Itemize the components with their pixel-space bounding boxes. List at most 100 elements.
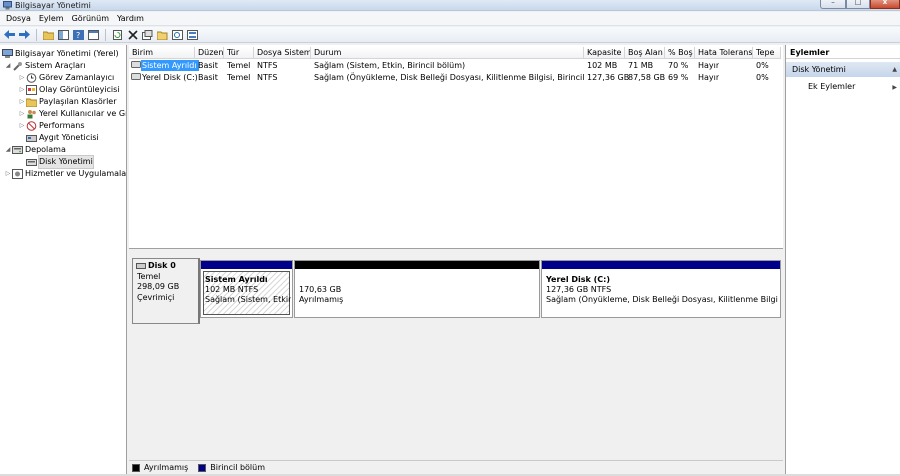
tree-item-label: Paylaşılan Klasörler bbox=[39, 97, 117, 106]
primary-partition-bar bbox=[542, 261, 780, 269]
close-button[interactable]: x bbox=[870, 0, 900, 9]
column-header-fault-tolerance[interactable]: Hata Toleransı bbox=[695, 47, 753, 59]
back-arrow-icon[interactable] bbox=[3, 28, 16, 41]
section-collapse-icon[interactable]: ▲ bbox=[892, 66, 897, 73]
maximize-button[interactable]: □ bbox=[846, 0, 870, 9]
tree-item-label: Sistem Araçları bbox=[25, 61, 86, 70]
search-icon[interactable] bbox=[171, 28, 184, 41]
legend-swatch-primary bbox=[198, 463, 207, 472]
file-system-cell: NTFS bbox=[257, 61, 278, 70]
tree-item-performance[interactable]: ▷ Performans bbox=[18, 120, 85, 132]
partition-unallocated[interactable]: 170,63 GB Ayrılmamış bbox=[294, 260, 540, 318]
status-cell: Sağlam (Önyükleme, Disk Belleği Dosyası,… bbox=[314, 73, 584, 82]
window-controls: – □ x bbox=[820, 0, 900, 9]
navigation-tree: Bilgisayar Yönetimi (Yerel) ◢ Sistem Ara… bbox=[0, 45, 127, 476]
tree-item-label: Performans bbox=[39, 121, 85, 130]
actions-section-disk-management[interactable]: Disk Yönetimi bbox=[786, 62, 900, 77]
forward-arrow-icon[interactable] bbox=[18, 28, 31, 41]
collapsed-arrow-icon[interactable]: ▷ bbox=[18, 96, 26, 108]
expanded-arrow-icon[interactable]: ◢ bbox=[4, 60, 12, 72]
disk-info-box[interactable]: Disk 0 Temel 298,09 GB Çevrimiçi bbox=[132, 258, 200, 324]
title-bar: Bilgisayar Yönetimi – □ x bbox=[0, 0, 900, 11]
menu-view[interactable]: Görünüm bbox=[68, 12, 113, 26]
volume-name[interactable]: Yerel Disk (C:) bbox=[141, 72, 198, 83]
column-header-volume[interactable]: Birim bbox=[129, 47, 195, 59]
disk-size: 298,09 GB bbox=[137, 282, 180, 291]
tree-item-storage[interactable]: ◢ Depolama bbox=[4, 144, 66, 156]
toolbar-separator bbox=[36, 28, 37, 41]
help-icon[interactable]: ? bbox=[72, 28, 85, 41]
submenu-arrow-icon[interactable]: ▶ bbox=[892, 84, 897, 91]
tree-item-shared-folders[interactable]: ▷ Paylaşılan Klasörler bbox=[18, 96, 117, 108]
column-header-percent-free[interactable]: % Boş bbox=[665, 47, 695, 59]
percent-free-cell: 69 % bbox=[668, 73, 689, 82]
performance-icon bbox=[26, 121, 37, 131]
toolbar-separator bbox=[105, 28, 106, 41]
column-header-free-space[interactable]: Boş Alan bbox=[625, 47, 665, 59]
capacity-cell: 127,36 GB bbox=[587, 73, 630, 82]
collapsed-arrow-icon[interactable]: ▷ bbox=[18, 108, 26, 120]
expanded-arrow-icon[interactable]: ◢ bbox=[4, 144, 12, 156]
column-header-file-system[interactable]: Dosya Sistemi bbox=[254, 47, 311, 59]
show-hide-tree-icon[interactable] bbox=[57, 28, 70, 41]
disk-list-icon[interactable] bbox=[186, 28, 199, 41]
tree-item-label: Olay Görüntüleyicisi bbox=[39, 85, 120, 94]
tree-item-label: Aygıt Yöneticisi bbox=[39, 133, 99, 142]
menu-file[interactable]: Dosya bbox=[2, 12, 35, 26]
tree-item-system-tools[interactable]: ◢ Sistem Araçları bbox=[4, 60, 86, 72]
column-header-capacity[interactable]: Kapasite bbox=[584, 47, 625, 59]
tree-item-device-manager[interactable]: Aygıt Yöneticisi bbox=[26, 132, 99, 144]
properties-icon[interactable] bbox=[141, 28, 154, 41]
overhead-cell: 0% bbox=[756, 61, 769, 70]
open-folder-icon[interactable] bbox=[156, 28, 169, 41]
column-header-layout[interactable]: Düzen bbox=[195, 47, 224, 59]
fault-tolerance-cell: Hayır bbox=[698, 73, 720, 82]
column-header-overhead[interactable]: Tepe bbox=[753, 47, 781, 59]
console-view-icon[interactable] bbox=[87, 28, 100, 41]
partition-system-reserved[interactable]: Sistem Ayrıldı 102 MB NTFS Sağlam (Siste… bbox=[200, 260, 293, 318]
type-cell: Temel bbox=[227, 61, 251, 70]
tree-item-label: Yerel Kullanıcılar ve Gru bbox=[39, 109, 127, 118]
collapsed-arrow-icon[interactable]: ▷ bbox=[18, 72, 26, 84]
collapsed-arrow-icon[interactable]: ▷ bbox=[4, 168, 12, 180]
partition-status: Sağlam (Önyükleme, Disk Belleği Dosyası,… bbox=[546, 295, 778, 304]
minimize-button[interactable]: – bbox=[820, 0, 846, 9]
tree-item-local-users[interactable]: ▷ Yerel Kullanıcılar ve Gru bbox=[18, 108, 127, 120]
refresh-icon[interactable] bbox=[111, 28, 124, 41]
volume-name[interactable]: Sistem Ayrıldı bbox=[141, 60, 199, 71]
disk-status: Çevrimiçi bbox=[137, 293, 175, 302]
disk-type: Temel bbox=[137, 272, 161, 281]
partition-local-disk-c[interactable]: Yerel Disk (C:) 127,36 GB NTFS Sağlam (Ö… bbox=[541, 260, 781, 318]
partition-size: 127,36 GB NTFS bbox=[546, 285, 612, 294]
up-folder-icon[interactable] bbox=[42, 28, 55, 41]
partition-title: Yerel Disk (C:) bbox=[546, 275, 611, 284]
primary-partition-bar bbox=[201, 261, 292, 269]
partition-status: Sağlam (Sistem, Etkin, Birincil bölüm) bbox=[205, 295, 291, 304]
tree-item-label: Görev Zamanlayıcı bbox=[39, 73, 115, 82]
menu-help[interactable]: Yardım bbox=[113, 12, 148, 26]
tree-item-event-viewer[interactable]: ▷ Olay Görüntüleyicisi bbox=[18, 84, 120, 96]
type-cell: Temel bbox=[227, 73, 251, 82]
delete-icon[interactable] bbox=[126, 28, 139, 41]
column-header-status[interactable]: Durum bbox=[311, 47, 584, 59]
device-manager-icon bbox=[26, 133, 37, 143]
more-actions-link[interactable]: Ek Eylemler bbox=[808, 81, 855, 93]
legend-swatch-unallocated bbox=[132, 463, 140, 472]
column-header-type[interactable]: Tür bbox=[224, 47, 254, 59]
tree-item-root[interactable]: Bilgisayar Yönetimi (Yerel) bbox=[2, 48, 119, 60]
tree-item-services-apps[interactable]: ▷ Hizmetler ve Uygulamalar bbox=[4, 168, 126, 180]
free-space-cell: 87,58 GB bbox=[628, 73, 666, 82]
tree-item-label: Depolama bbox=[25, 145, 66, 154]
layout-cell: Basit bbox=[198, 73, 218, 82]
actions-pane: Eylemler Disk Yönetimi ▲ Ek Eylemler ▶ bbox=[785, 45, 900, 476]
collapsed-arrow-icon[interactable]: ▷ bbox=[18, 84, 26, 96]
menu-action[interactable]: Eylem bbox=[35, 12, 68, 26]
storage-icon bbox=[12, 145, 23, 155]
partition-size: 102 MB NTFS bbox=[205, 285, 259, 294]
tree-item-task-scheduler[interactable]: ▷ Görev Zamanlayıcı bbox=[18, 72, 114, 84]
legend: Ayrılmamış Birincil bölüm bbox=[129, 460, 783, 474]
collapsed-arrow-icon[interactable]: ▷ bbox=[18, 120, 26, 132]
menu-bar: Dosya Eylem Görünüm Yardım bbox=[0, 12, 900, 26]
tree-item-disk-management[interactable]: Disk Yönetimi bbox=[26, 155, 94, 169]
capacity-cell: 102 MB bbox=[587, 61, 618, 70]
